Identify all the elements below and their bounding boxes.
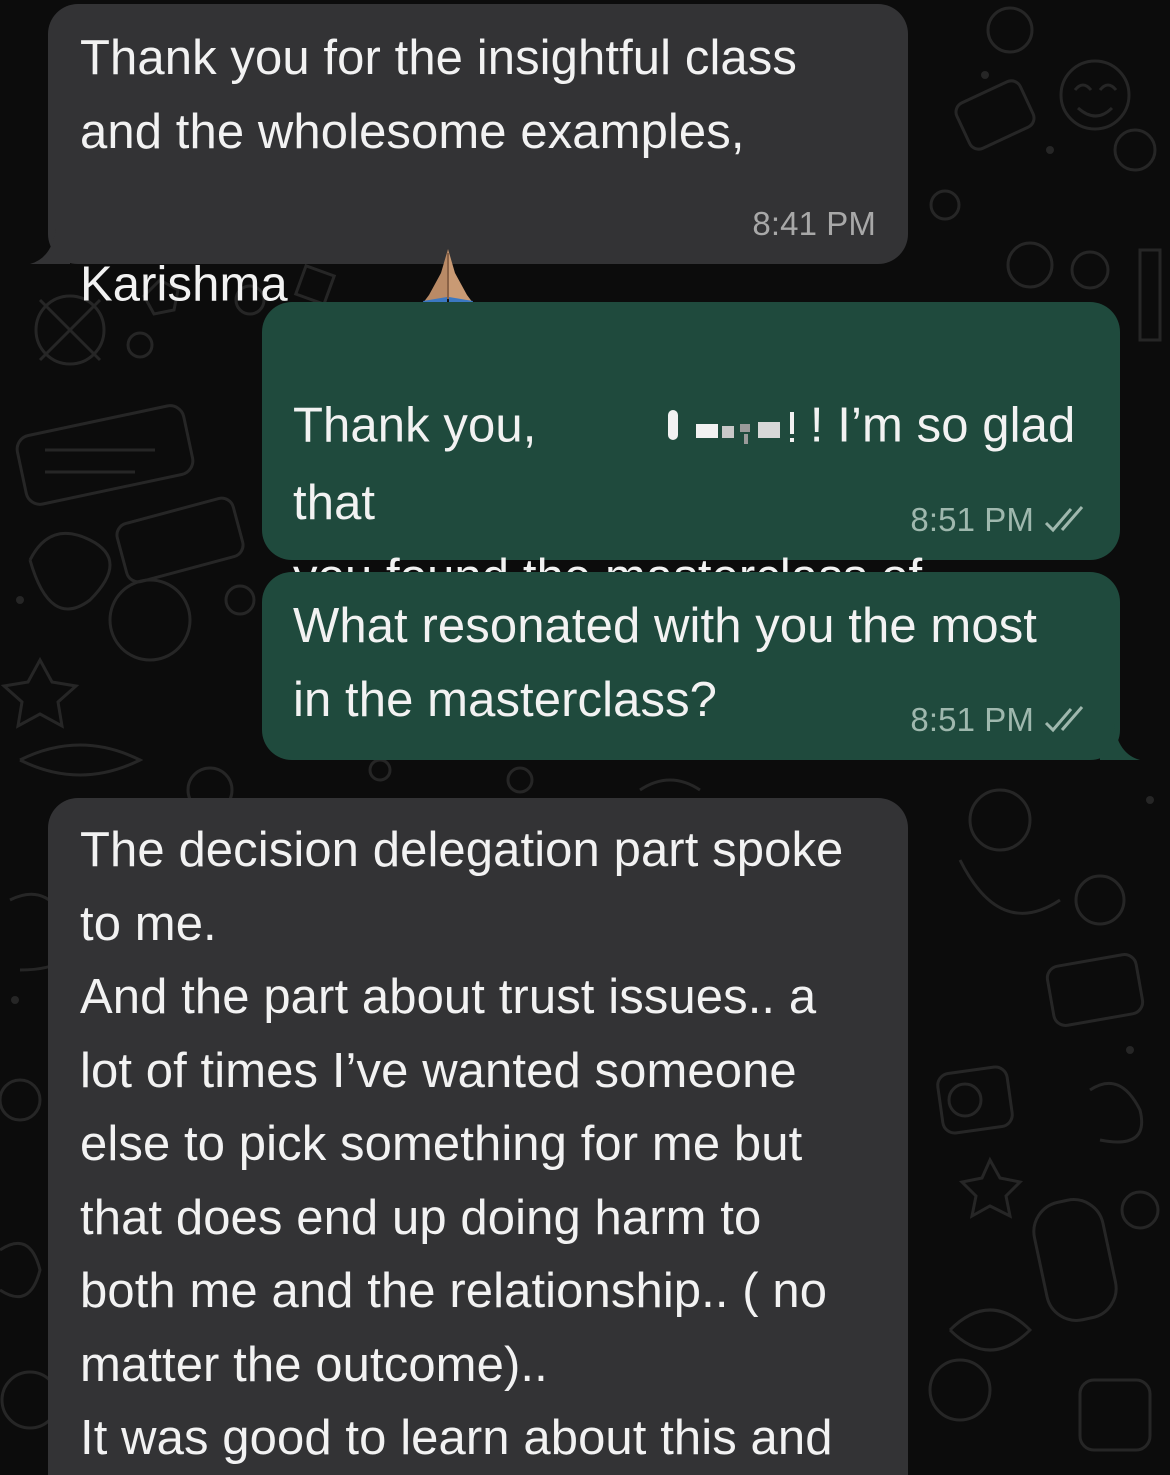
bubble-tail [30,228,70,264]
message-text-start: Thank you, [293,398,551,453]
message-time: 8:51 PM [910,701,1034,738]
message-meta: 8:51 PM [910,700,1090,740]
message-meta: 8:51 PM [910,500,1090,540]
message-text: The decision delegation part spoke to me… [80,823,844,1465]
chat-view[interactable]: Thank you for the insightful class and t… [0,0,1170,1475]
double-check-icon [1044,705,1090,735]
message-time: 8:51 PM [910,501,1034,538]
outgoing-message[interactable]: What resonated with you the most in the … [262,572,1120,760]
incoming-message[interactable]: The decision delegation part spoke to me… [48,798,908,1475]
message-meta: 8:41 PM [752,204,876,244]
message-time: 8:41 PM [752,205,876,242]
bubble-tail [1100,724,1140,760]
outgoing-message[interactable]: Thank you, ! I’m so glad that you found … [262,302,1120,753]
redaction-mark [550,320,810,467]
double-check-icon [1044,505,1090,535]
incoming-message[interactable]: Thank you for the insightful class and t… [48,4,908,312]
